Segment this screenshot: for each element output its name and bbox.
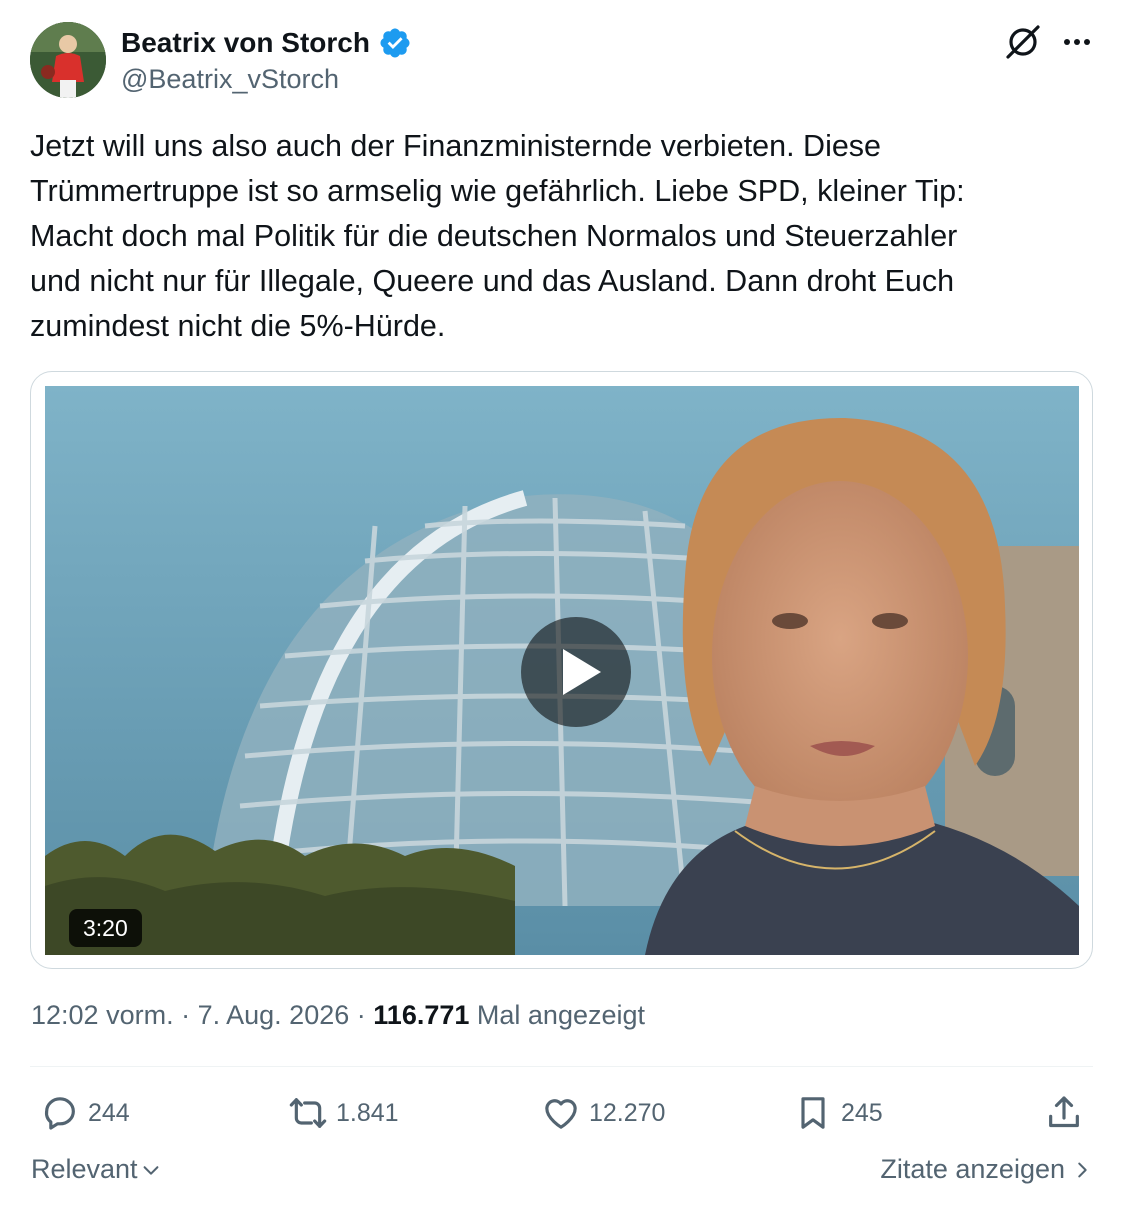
sort-label: Relevant xyxy=(31,1154,138,1184)
quotes-label: Zitate anzeigen xyxy=(880,1154,1065,1184)
bookmark-count: 245 xyxy=(841,1098,883,1127)
meta-separator: · xyxy=(356,1000,366,1030)
play-button[interactable] xyxy=(521,617,631,727)
like-count: 12.270 xyxy=(589,1098,666,1127)
reply-button[interactable]: 244 xyxy=(40,1090,130,1136)
bookmark-icon xyxy=(801,1097,825,1129)
reply-count: 244 xyxy=(88,1098,130,1127)
repost-icon xyxy=(289,1098,327,1128)
repost-button[interactable]: 1.841 xyxy=(288,1090,399,1136)
more-icon[interactable] xyxy=(1059,26,1095,58)
views-count: 116.771 xyxy=(373,1000,470,1030)
views-label: Mal angezeigt xyxy=(476,1000,646,1030)
tweet-date[interactable]: 7. Aug. 2026 xyxy=(198,1000,350,1030)
divider xyxy=(30,1066,1093,1067)
avatar[interactable] xyxy=(30,22,106,98)
like-button[interactable]: 12.270 xyxy=(541,1090,665,1136)
repost-count: 1.841 xyxy=(336,1098,399,1127)
view-quotes-link[interactable]: Zitate anzeigen xyxy=(880,1154,1091,1185)
chevron-right-icon xyxy=(1078,1162,1087,1177)
tweet-header: Beatrix von Storch @Beatrix_vStorch xyxy=(30,22,1095,100)
author-handle[interactable]: @Beatrix_vStorch xyxy=(121,64,339,95)
tweet-text: Jetzt will uns also auch der Finanzminis… xyxy=(30,129,965,343)
tweet-time[interactable]: 12:02 vorm. xyxy=(31,1000,174,1030)
author-name[interactable]: Beatrix von Storch xyxy=(121,27,370,59)
video-duration: 3:20 xyxy=(69,909,142,947)
author-name-row[interactable]: Beatrix von Storch xyxy=(121,26,412,60)
meta-separator: · xyxy=(181,1000,191,1030)
tweet-meta: 12:02 vorm. · 7. Aug. 2026 · 116.771 Mal… xyxy=(31,1000,645,1031)
grok-icon[interactable] xyxy=(1003,22,1043,62)
play-icon xyxy=(563,649,601,695)
like-icon xyxy=(545,1099,577,1129)
media-card[interactable]: 3:20 xyxy=(30,371,1093,969)
video-player[interactable]: 3:20 xyxy=(45,386,1079,955)
share-button[interactable] xyxy=(1044,1090,1084,1136)
bookmark-button[interactable]: 245 xyxy=(793,1090,883,1136)
chevron-down-icon xyxy=(143,1165,159,1175)
reply-icon xyxy=(44,1097,75,1130)
sort-dropdown[interactable]: Relevant xyxy=(31,1154,162,1185)
verified-badge-icon xyxy=(380,28,410,58)
share-icon xyxy=(1049,1096,1079,1128)
